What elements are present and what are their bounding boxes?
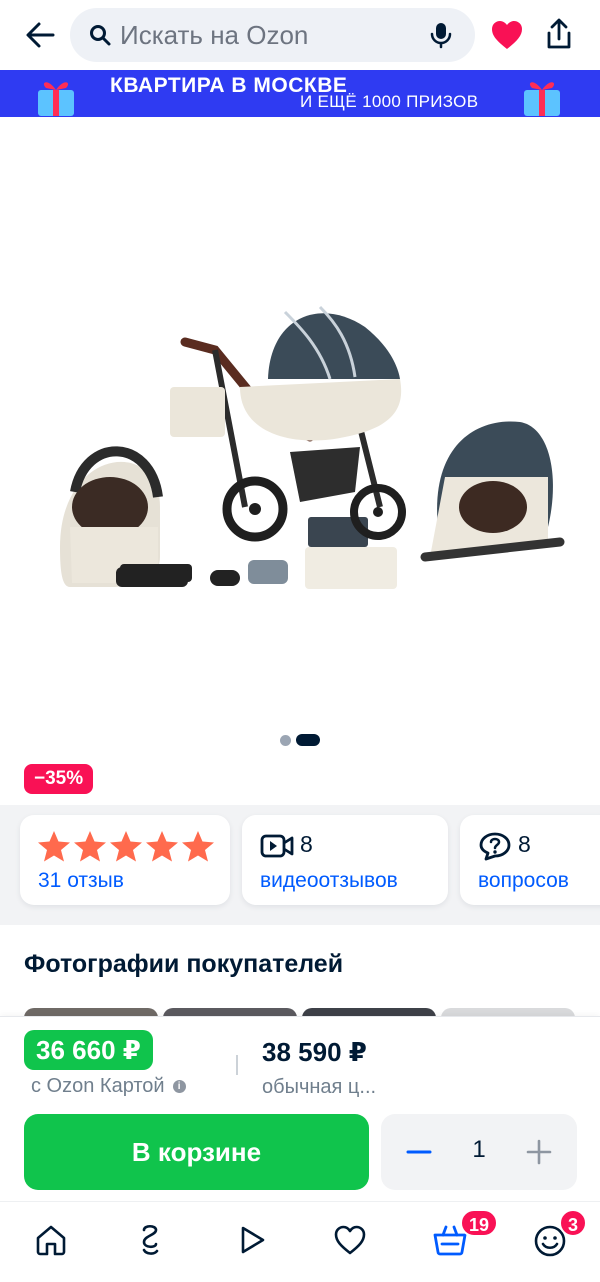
product-page: КВАРТИРА В МОСКВЕ И ЕЩЁ 1000 ПРИЗОВ	[0, 0, 600, 1282]
favorite-heart-icon[interactable]	[490, 19, 524, 51]
ozon-card-label-text: с Ozon Картой	[31, 1075, 165, 1097]
info-icon[interactable]: i	[172, 1080, 186, 1094]
home-icon[interactable]	[33, 1222, 69, 1258]
gift-box-icon	[38, 82, 74, 116]
reviews-link[interactable]: 31 отзыв	[38, 869, 124, 893]
video-camera-icon	[260, 834, 294, 858]
gift-box-icon	[524, 82, 560, 116]
banner-subtitle: И ЕЩЁ 1000 ПРИЗОВ	[300, 92, 479, 111]
cart-badge: 19	[460, 1209, 499, 1237]
favorites-icon[interactable]	[332, 1222, 368, 1258]
price-divider	[236, 1055, 238, 1075]
gallery-pagination[interactable]	[280, 734, 330, 746]
star-icon	[110, 831, 142, 862]
video-play-icon[interactable]	[234, 1222, 270, 1258]
share-icon[interactable]	[543, 17, 575, 51]
rating-stars	[38, 831, 214, 862]
gallery-dot-active[interactable]	[296, 734, 320, 746]
bottom-navigation: 19 3	[0, 1201, 600, 1282]
video-reviews-link[interactable]: видеоотзывов	[260, 869, 398, 893]
quantity-stepper: 1	[381, 1114, 577, 1190]
search-icon	[90, 25, 111, 46]
gallery-dot[interactable]	[280, 735, 291, 746]
back-arrow-icon[interactable]	[22, 17, 58, 53]
rating-card[interactable]: 31 отзыв	[20, 815, 230, 905]
microphone-icon[interactable]	[427, 21, 455, 49]
minus-icon[interactable]	[405, 1138, 433, 1166]
product-image[interactable]	[0, 117, 600, 722]
regular-price-label: обычная ц...	[262, 1076, 377, 1098]
video-reviews-card[interactable]: 8 видеоотзывов	[242, 815, 448, 905]
in-cart-button[interactable]: В корзине	[24, 1114, 369, 1190]
star-icon	[146, 831, 178, 862]
video-count: 8	[300, 831, 313, 857]
plus-icon[interactable]	[525, 1138, 553, 1166]
quantity-value: 1	[472, 1136, 486, 1163]
regular-price: 38 590 ₽	[262, 1037, 367, 1067]
star-icon	[182, 831, 214, 862]
buyer-photos-title: Фотографии покупателей	[24, 950, 344, 978]
fresh-icon[interactable]	[132, 1222, 168, 1258]
star-icon	[38, 831, 70, 862]
review-cards-row: 31 отзыв 8 видеоотзывов 8 вопросов	[0, 805, 600, 925]
promo-banner[interactable]: КВАРТИРА В МОСКВЕ И ЕЩЁ 1000 ПРИЗОВ	[0, 70, 600, 117]
search-bar[interactable]	[70, 8, 475, 62]
top-bar	[0, 0, 600, 70]
question-bubble-icon	[479, 832, 511, 861]
questions-card[interactable]: 8 вопросов	[460, 815, 600, 905]
stroller-illustration	[60, 305, 565, 589]
search-input[interactable]	[120, 19, 420, 51]
discount-badge: −35%	[24, 764, 94, 794]
ozon-card-price: 36 660 ₽	[24, 1030, 153, 1070]
star-icon	[74, 831, 106, 862]
questions-count: 8	[518, 831, 531, 857]
ozon-card-label: с Ozon Картой i	[31, 1075, 186, 1098]
price-panel: 36 660 ₽ с Ozon Картой i 38 590 ₽ обычная…	[0, 1016, 600, 1201]
questions-link[interactable]: вопросов	[478, 869, 569, 893]
profile-badge: 3	[559, 1209, 588, 1237]
